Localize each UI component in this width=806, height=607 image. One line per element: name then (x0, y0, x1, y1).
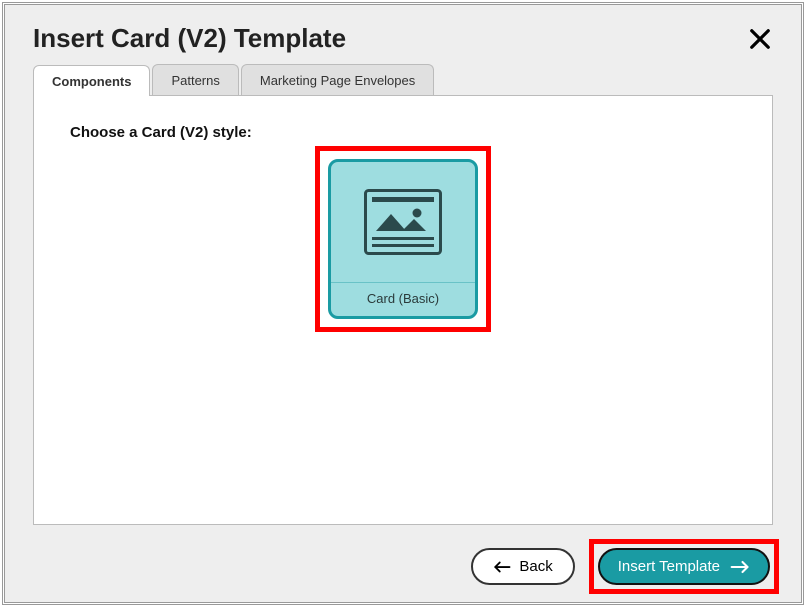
tab-marketing-page-envelopes[interactable]: Marketing Page Envelopes (241, 64, 434, 95)
close-icon (749, 28, 771, 50)
insert-template-button[interactable]: Insert Template (598, 548, 770, 585)
tab-patterns[interactable]: Patterns (152, 64, 238, 95)
insert-button-label: Insert Template (618, 558, 720, 575)
dialog-header: Insert Card (V2) Template (5, 5, 801, 64)
card-style-basic[interactable]: Card (Basic) (328, 159, 478, 319)
insert-template-dialog: Insert Card (V2) Template Components Pat… (4, 4, 802, 603)
content-panel: Choose a Card (V2) style: Card (Basic) (33, 95, 773, 525)
close-button[interactable] (747, 26, 773, 52)
arrow-left-icon (493, 560, 511, 574)
back-button-label: Back (519, 558, 552, 575)
highlight-card-style: Card (Basic) (315, 146, 491, 332)
back-button[interactable]: Back (471, 548, 574, 585)
tab-bar: Components Patterns Marketing Page Envel… (5, 64, 801, 95)
arrow-right-icon (730, 560, 750, 574)
dialog-footer: Back Insert Template (5, 525, 801, 594)
card-preview-icon (331, 162, 475, 282)
tab-components[interactable]: Components (33, 65, 150, 96)
choose-style-heading: Choose a Card (V2) style: (70, 124, 736, 141)
highlight-insert-button: Insert Template (589, 539, 779, 594)
card-style-label: Card (Basic) (331, 282, 475, 316)
dialog-title: Insert Card (V2) Template (33, 23, 346, 54)
